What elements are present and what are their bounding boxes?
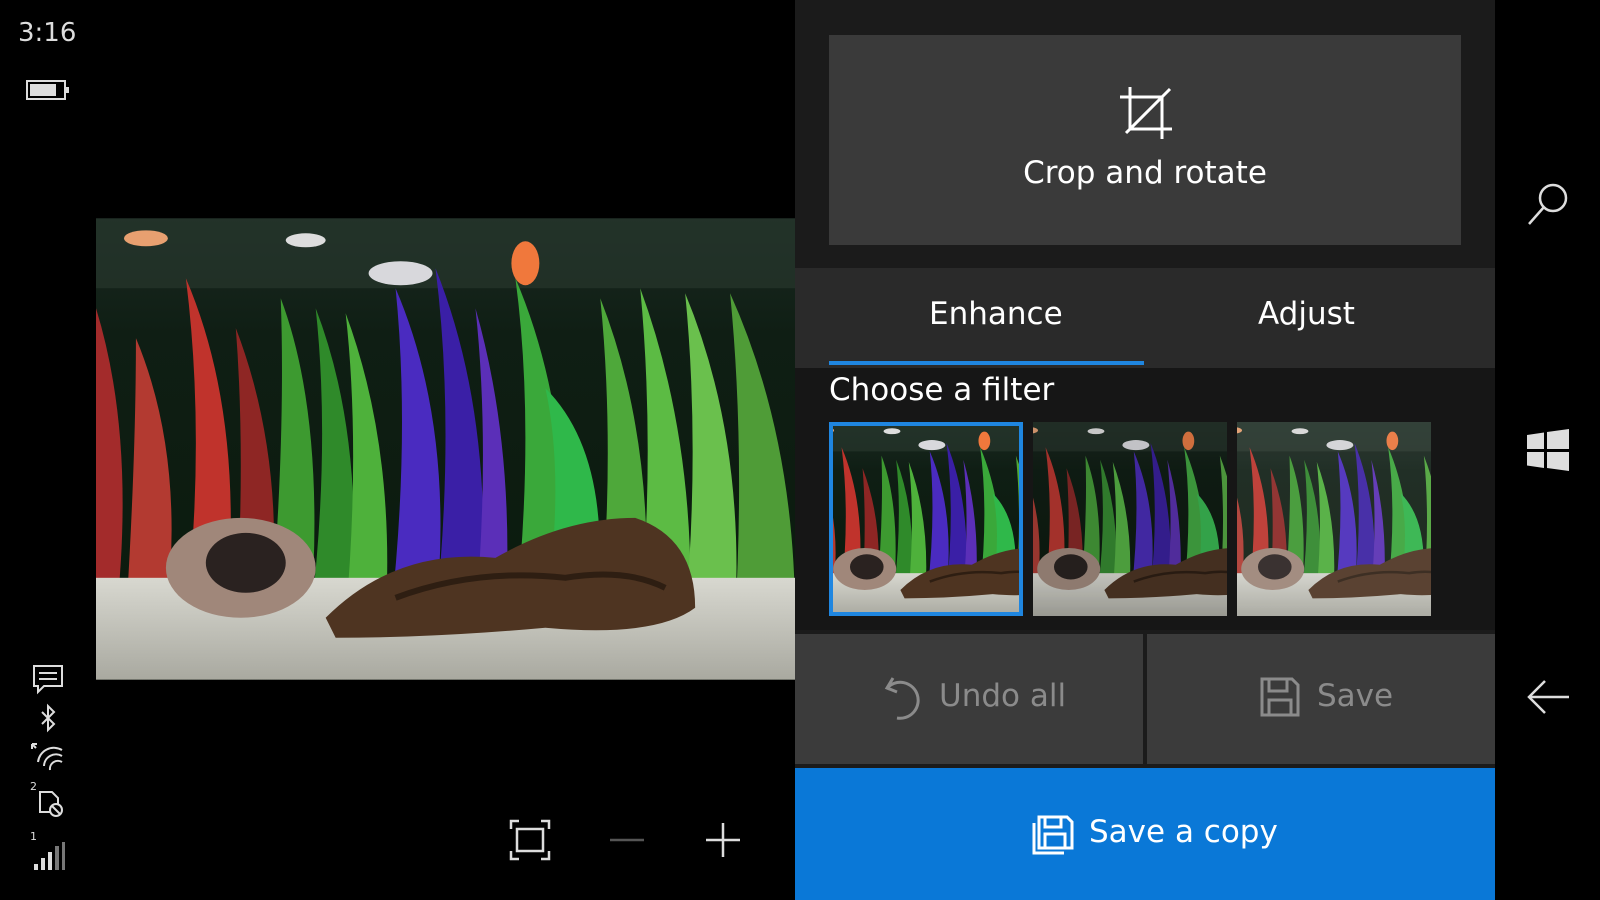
rotation-lock-status[interactable]: 2	[28, 780, 68, 820]
zoom-out-icon[interactable]	[602, 815, 652, 865]
selected-tab-indicator	[829, 361, 1144, 365]
save-button[interactable]: Save	[1147, 634, 1495, 764]
battery-icon	[26, 80, 69, 100]
undo-icon	[884, 677, 920, 720]
zoom-in-icon[interactable]	[698, 815, 748, 865]
message-icon[interactable]	[28, 662, 68, 696]
fit-screen-icon[interactable]	[505, 815, 555, 865]
tab-adjust[interactable]: Adjust	[1258, 296, 1355, 332]
crop-and-rotate-label: Crop and rotate	[1023, 155, 1267, 191]
wifi-icon[interactable]	[28, 740, 68, 774]
save-a-copy-label: Save a copy	[1089, 814, 1278, 850]
back-icon[interactable]	[1523, 672, 1573, 722]
search-icon[interactable]	[1523, 180, 1573, 230]
signal-status[interactable]: 1	[28, 830, 68, 874]
save-a-copy-button[interactable]: Save a copy	[795, 768, 1495, 900]
save-copy-icon	[1032, 815, 1074, 855]
filter-thumbnail-3[interactable]	[1237, 422, 1431, 616]
undo-all-label: Undo all	[939, 678, 1067, 714]
navigation-bar	[1495, 0, 1600, 900]
tab-enhance[interactable]: Enhance	[929, 296, 1063, 332]
clock-time: 3:16	[18, 18, 77, 48]
filter-thumbnail-1[interactable]	[829, 422, 1023, 616]
save-icon	[1260, 677, 1300, 717]
crop-and-rotate-button[interactable]: Crop and rotate	[829, 35, 1461, 245]
photo-preview[interactable]	[96, 218, 795, 680]
undo-all-button[interactable]: Undo all	[795, 634, 1143, 764]
save-label: Save	[1317, 678, 1394, 714]
filter-thumbnail-2[interactable]	[1033, 422, 1227, 616]
crop-icon	[1120, 87, 1172, 139]
edit-tabs: Enhance Adjust	[795, 268, 1495, 368]
filter-title: Choose a filter	[829, 372, 1055, 408]
signal-icon	[34, 842, 65, 870]
bluetooth-icon[interactable]	[28, 702, 68, 736]
windows-icon[interactable]	[1523, 425, 1573, 475]
rotation-lock-icon	[39, 791, 63, 817]
